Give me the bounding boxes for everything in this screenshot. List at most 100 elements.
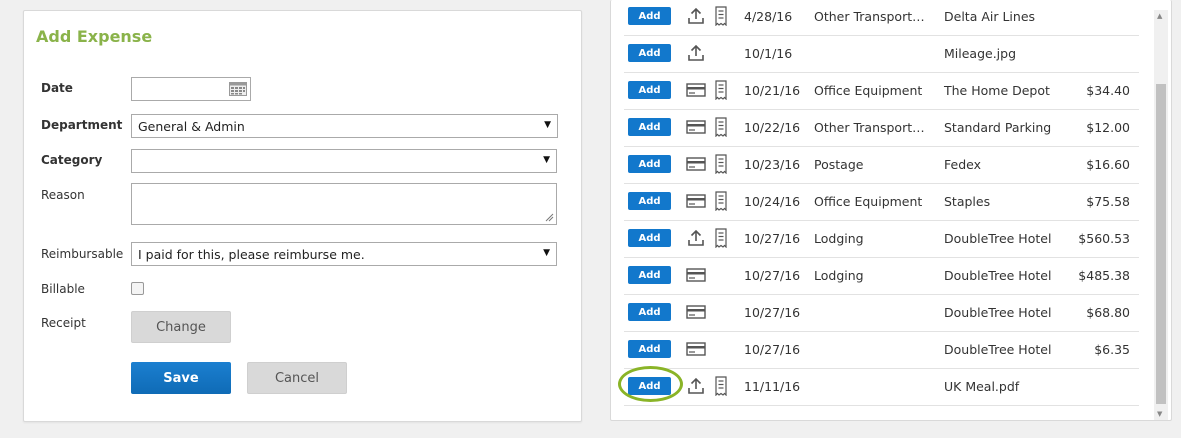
billable-label: Billable [41, 282, 85, 296]
expense-date: 10/22/16 [744, 120, 801, 135]
receipt-icon[interactable] [714, 154, 728, 175]
expense-amount: $16.60 [1086, 157, 1130, 172]
upload-icon [686, 7, 706, 25]
department-select[interactable]: General & Admin ▼ [131, 114, 558, 138]
chevron-down-icon: ▼ [543, 248, 550, 258]
expense-date: 11/11/16 [744, 379, 801, 394]
receipt-icon[interactable] [714, 228, 728, 249]
receipt-icon[interactable] [714, 376, 728, 397]
expense-row[interactable]: Add 10/27/16 Lodging DoubleTree Hotel $485.3… [624, 257, 1139, 295]
receipt-icon[interactable] [714, 80, 728, 101]
expense-row[interactable]: Add 10/27/16 DoubleTree Hotel $6.35 [624, 331, 1139, 369]
expense-date: 10/27/16 [744, 268, 801, 283]
cancel-button[interactable]: Cancel [247, 362, 347, 394]
receipt-icon[interactable] [714, 117, 728, 138]
expense-category: Office Equipment [814, 194, 923, 209]
expense-vendor: Standard Parking [944, 120, 1052, 135]
highlight-ring [618, 366, 683, 402]
expense-date: 10/27/16 [744, 231, 801, 246]
add-expense-button[interactable]: Add [628, 81, 671, 99]
reimbursable-value: I paid for this, please reimburse me. [138, 246, 365, 262]
expense-vendor: Mileage.jpg [944, 46, 1017, 61]
expense-amount: $6.35 [1094, 342, 1130, 357]
expense-vendor: DoubleTree Hotel [944, 305, 1052, 320]
expense-vendor: DoubleTree Hotel [944, 268, 1052, 283]
expense-amount: $485.38 [1078, 268, 1130, 283]
category-select[interactable]: ▼ [131, 149, 557, 173]
expense-category: Lodging [814, 268, 864, 283]
expense-row[interactable]: Add 11/11/16 UK Meal.pdf [624, 368, 1139, 406]
scroll-up-icon[interactable]: ▲ [1157, 12, 1162, 20]
add-expense-button[interactable]: Add [628, 229, 671, 247]
expense-list-panel: Add 4/28/16 Other Transportation Delta Air … [610, 0, 1172, 421]
change-receipt-button[interactable]: Change [131, 311, 231, 343]
expense-row[interactable]: Add 10/27/16 DoubleTree Hotel $68.80 [624, 294, 1139, 332]
expense-amount: $34.40 [1086, 83, 1130, 98]
add-expense-button[interactable]: Add [628, 303, 671, 321]
expense-vendor: Delta Air Lines [944, 9, 1036, 24]
expense-vendor: DoubleTree Hotel [944, 342, 1052, 357]
chevron-down-icon: ▼ [544, 120, 551, 130]
upload-icon [686, 229, 706, 247]
credit-card-icon [686, 266, 706, 284]
reimbursable-select[interactable]: I paid for this, please reimburse me. ▼ [131, 242, 557, 266]
expense-date: 10/21/16 [744, 83, 801, 98]
expense-category: Office Equipment [814, 83, 923, 98]
receipt-icon[interactable] [714, 6, 728, 27]
expense-vendor: DoubleTree Hotel [944, 231, 1052, 246]
expense-vendor: The Home Depot [944, 83, 1050, 98]
add-expense-button[interactable]: Add [628, 192, 671, 210]
credit-card-icon [686, 340, 706, 358]
add-expense-panel: Add Expense Date Department General & Ad… [23, 10, 582, 422]
add-expense-button[interactable]: Add [628, 118, 671, 136]
expense-category: Postage [814, 157, 864, 172]
credit-card-icon [686, 192, 706, 210]
expense-category: Lodging [814, 231, 864, 246]
expense-amount: $75.58 [1086, 194, 1130, 209]
expense-row[interactable]: Add 10/23/16 Postage Fedex $16.60 [624, 146, 1139, 184]
resize-grip-icon[interactable] [545, 213, 554, 222]
expense-row[interactable]: Add 10/22/16 Other Transportation Standard … [624, 109, 1139, 147]
expense-amount: $560.53 [1078, 231, 1130, 246]
credit-card-icon [686, 303, 706, 321]
credit-card-icon [686, 81, 706, 99]
add-expense-button[interactable]: Add [628, 7, 671, 25]
expense-date: 10/1/16 [744, 46, 793, 61]
receipt-icon[interactable] [714, 191, 728, 212]
department-label: Department [41, 118, 123, 132]
form-title: Add Expense [36, 27, 153, 46]
expense-vendor: UK Meal.pdf [944, 379, 1020, 394]
expense-amount: $12.00 [1086, 120, 1130, 135]
expense-vendor: Fedex [944, 157, 981, 172]
date-label: Date [41, 81, 73, 95]
expense-row[interactable]: Add 10/24/16 Office Equipment Staples $75.58 [624, 183, 1139, 221]
billable-checkbox[interactable] [131, 282, 144, 295]
expense-row[interactable]: Add 10/27/16 Lodging DoubleTree Hotel $560.5… [624, 220, 1139, 258]
expense-date: 10/27/16 [744, 342, 801, 357]
upload-icon [686, 44, 706, 62]
scrollbar-thumb[interactable] [1156, 84, 1166, 404]
add-expense-button[interactable]: Add [628, 155, 671, 173]
category-label: Category [41, 153, 103, 167]
expense-row[interactable]: Add 10/1/16 Mileage.jpg [624, 35, 1139, 73]
add-expense-button[interactable]: Add [628, 340, 671, 358]
add-expense-button[interactable]: Add [628, 44, 671, 62]
department-value: General & Admin [138, 118, 245, 134]
credit-card-icon [686, 118, 706, 136]
reason-label: Reason [41, 188, 85, 202]
expense-category: Other Transportation [814, 9, 932, 24]
expense-date: 10/23/16 [744, 157, 801, 172]
expense-vendor: Staples [944, 194, 991, 209]
scroll-down-icon[interactable]: ▼ [1157, 410, 1162, 418]
date-input[interactable] [131, 77, 251, 101]
expense-row[interactable]: Add 10/21/16 Office Equipment The Home Depo… [624, 72, 1139, 110]
add-expense-button[interactable]: Add [628, 266, 671, 284]
reason-textarea[interactable] [131, 183, 557, 225]
calendar-icon[interactable] [229, 82, 247, 96]
scrollbar[interactable]: ▲ ▼ [1154, 10, 1168, 420]
expense-date: 10/24/16 [744, 194, 801, 209]
expense-date: 10/27/16 [744, 305, 801, 320]
upload-icon [686, 377, 706, 395]
expense-row[interactable]: Add 4/28/16 Other Transportation Delta Air … [624, 0, 1139, 36]
save-button[interactable]: Save [131, 362, 231, 394]
